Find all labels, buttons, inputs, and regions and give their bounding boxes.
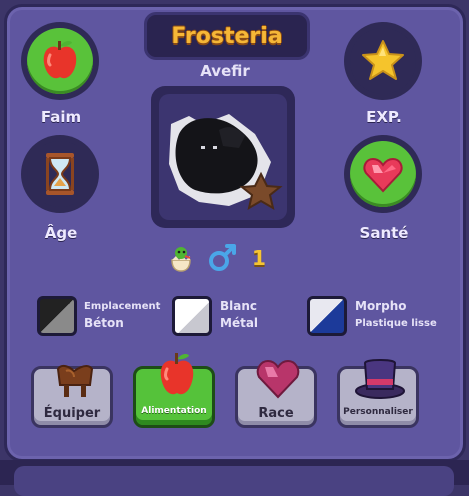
- color-trait: Blanc Métal: [220, 298, 258, 332]
- heart-gem-icon: [256, 359, 300, 399]
- apple-icon: [43, 41, 77, 79]
- exp-label: EXP.: [366, 108, 402, 126]
- star-icon: [362, 40, 404, 80]
- pet-info-row: 1: [168, 244, 288, 272]
- pet-name: Avefir: [200, 62, 250, 80]
- saddle-icon: [56, 364, 94, 397]
- heart-gem-icon: [363, 157, 403, 193]
- hatchling-icon: [171, 247, 191, 272]
- color-label: Blanc: [220, 299, 258, 313]
- age-stat-button[interactable]: [21, 135, 99, 213]
- pet-count: 1: [252, 246, 266, 270]
- hourglass-icon: [46, 153, 74, 195]
- health-label: Santé: [359, 224, 409, 242]
- race-label: Race: [258, 406, 294, 421]
- morph-trait: Morpho Plastique lisse: [355, 298, 437, 332]
- hunger-label: Faim: [40, 108, 82, 126]
- male-icon: [209, 244, 236, 271]
- customize-label: Personnaliser: [343, 407, 413, 417]
- color-swatch[interactable]: [172, 296, 212, 336]
- placement-swatch[interactable]: [37, 296, 77, 336]
- hunger-stat-button[interactable]: [21, 22, 99, 100]
- customize-button[interactable]: Personnaliser: [337, 359, 419, 428]
- color-value: Métal: [220, 316, 259, 330]
- placement-value: Béton: [84, 316, 124, 330]
- apple-icon: [160, 353, 194, 395]
- top-hat-icon: [355, 359, 405, 399]
- equip-button[interactable]: Équiper: [31, 364, 113, 428]
- food-label: Alimentation: [141, 406, 207, 416]
- bottom-bar: [0, 460, 469, 496]
- placement-label: Emplacement: [84, 301, 161, 312]
- equip-label: Équiper: [43, 406, 101, 421]
- placement-trait: Emplacement Béton: [84, 298, 160, 332]
- page-title: Frosteria: [144, 12, 310, 60]
- age-label: Âge: [44, 224, 78, 242]
- food-button[interactable]: Alimentation: [133, 353, 215, 428]
- pet-image: [169, 114, 283, 211]
- morph-label: Morpho: [355, 299, 407, 313]
- pet-portrait: [151, 86, 295, 228]
- morph-swatch[interactable]: [307, 296, 347, 336]
- race-button[interactable]: Race: [235, 359, 317, 428]
- health-stat-button[interactable]: [344, 135, 422, 213]
- morph-value: Plastique lisse: [355, 318, 437, 329]
- exp-stat-button[interactable]: [344, 22, 422, 100]
